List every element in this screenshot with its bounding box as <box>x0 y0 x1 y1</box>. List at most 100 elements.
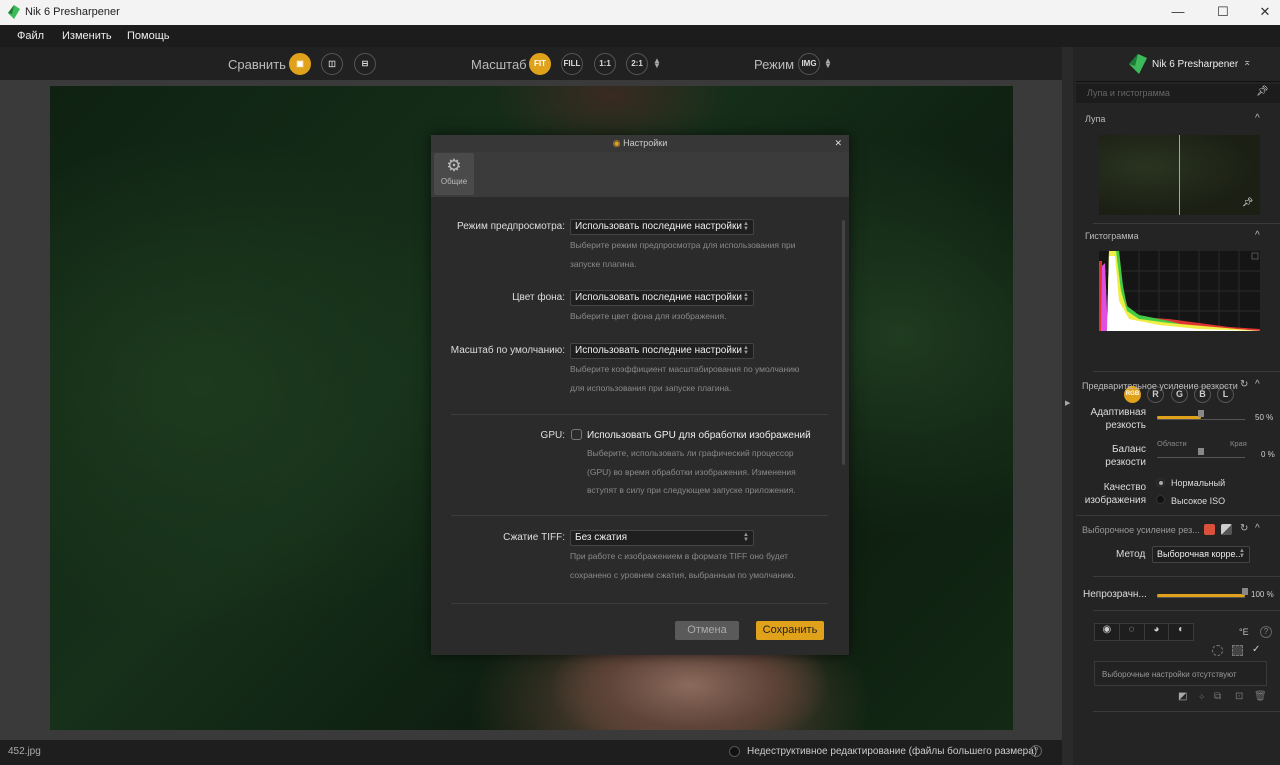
bg-color-select[interactable]: Использовать последние настройки ▲ ▼ <box>570 290 754 306</box>
mask-toggle-icon[interactable] <box>1221 524 1232 535</box>
sharpening-balance-slider[interactable] <box>1157 448 1245 458</box>
lasso-icon[interactable]: ◌ <box>1120 624 1145 640</box>
gradient-icon[interactable]: ◐ <box>1169 624 1193 640</box>
dialog-title: Настройки <box>623 138 668 148</box>
compare-single-view-button[interactable]: ▣ <box>289 53 311 75</box>
dialog-scrollbar[interactable] <box>842 220 845 465</box>
nondestructive-label: Недеструктивное редактирование (файлы бо… <box>747 746 1038 757</box>
bg-color-label: Цвет фона: <box>512 292 565 303</box>
collapse-panel-arrow-icon[interactable]: ▶ <box>1065 399 1070 407</box>
slider-fill <box>1157 594 1245 597</box>
opacity-slider[interactable] <box>1157 588 1248 598</box>
collapse-panel-icon[interactable]: ⌅ <box>1243 57 1251 68</box>
presharpen-reset-icon[interactable]: ↻ <box>1240 379 1248 390</box>
group-icon[interactable]: ⧉ <box>1214 691 1221 702</box>
default-zoom-label: Масштаб по умолчанию: <box>450 345 565 356</box>
dialog-close-button[interactable]: ✕ <box>834 135 842 152</box>
status-bar: 452.jpg Недеструктивное редактирование (… <box>0 740 1062 765</box>
adaptive-sharpening-slider[interactable] <box>1157 410 1245 420</box>
cancel-button[interactable]: Отмена <box>675 621 739 640</box>
slider-fill <box>1157 416 1201 419</box>
color-swatch-icon[interactable] <box>1204 524 1215 535</box>
no-selective-text: Выборочные настройки отсутствуют <box>1102 670 1237 679</box>
tiff-compression-label: Сжатие TIFF: <box>503 532 565 543</box>
app-logo-icon <box>8 5 20 19</box>
help-icon[interactable]: ? <box>1030 745 1042 757</box>
compare-side-by-side-button[interactable]: ⊟ <box>354 53 376 75</box>
control-point-icon[interactable]: ◉ <box>1095 624 1120 640</box>
duplicate-icon[interactable]: ✧ <box>1198 692 1206 703</box>
loupe-collapse-icon[interactable]: ^ <box>1255 113 1260 124</box>
quality-normal-radio[interactable] <box>1156 478 1165 487</box>
mode-img-button[interactable]: IMG <box>798 53 820 75</box>
presharpen-collapse-icon[interactable]: ^ <box>1255 379 1260 390</box>
right-panel: Nik 6 Presharpener ⌅ Лупа и гистограмма … <box>1073 47 1280 765</box>
preview-mode-description: Выберите режим предпросмотра для использ… <box>570 240 796 269</box>
select-all-icon[interactable] <box>1212 645 1223 656</box>
preview-mode-label: Режим предпросмотра: <box>457 221 565 232</box>
sharpening-balance-label: Баланс резкости <box>1105 444 1146 468</box>
gpu-checkbox[interactable] <box>571 429 582 440</box>
nik-logo-icon <box>1129 54 1147 74</box>
menu-edit[interactable]: Изменить <box>62 30 112 42</box>
slider-thumb[interactable] <box>1242 588 1248 595</box>
compare-split-view-button[interactable]: ◫ <box>321 53 343 75</box>
slider-thumb[interactable] <box>1198 410 1204 417</box>
menu-file[interactable]: Файл <box>17 30 44 42</box>
save-button[interactable]: Сохранить <box>756 621 824 640</box>
loupe-split-line[interactable] <box>1179 135 1180 215</box>
selective-adjustments-list: Выборочные настройки отсутствуют <box>1094 661 1267 686</box>
default-zoom-select[interactable]: Использовать последние настройки ▲ ▼ <box>570 343 754 359</box>
tiff-compression-description: При работе с изображением в формате TIFF… <box>570 551 796 580</box>
dialog-tabs: ⚙ Общие <box>431 152 849 197</box>
tab-general[interactable]: ⚙ Общие <box>434 153 474 195</box>
pin-icon[interactable]: 📌︎ <box>1256 86 1269 97</box>
zoom-fit-button[interactable]: FIT <box>529 53 551 75</box>
opacity-value: 100 % <box>1251 590 1274 599</box>
zoom-fill-button[interactable]: FILL <box>561 53 583 75</box>
bg-color-description: Выберите цвет фона для изображения. <box>570 311 727 321</box>
menu-help[interactable]: Помощь <box>127 30 170 42</box>
brush-icon[interactable]: ◕ <box>1145 624 1170 640</box>
preview-mode-select[interactable]: Использовать последние настройки ▲ ▼ <box>570 219 754 235</box>
zoom-spinner-icon[interactable]: ▲ ▼ <box>653 57 661 70</box>
loupe-preview[interactable]: 📌︎ <box>1099 135 1260 215</box>
selective-reset-icon[interactable]: ↻ <box>1240 523 1248 534</box>
maximize-button[interactable]: ☐ <box>1208 3 1238 21</box>
panel-divider[interactable]: ▶ <box>1062 47 1073 765</box>
loupe-pin-icon[interactable]: 📌︎ <box>1242 197 1253 208</box>
window-title: Nik 6 Presharpener <box>25 6 120 18</box>
mask-icon[interactable] <box>1232 645 1243 656</box>
settings-list-icon[interactable]: °E <box>1239 627 1249 637</box>
method-label: Метод <box>1116 549 1146 560</box>
zoom-1-1-button[interactable]: 1:1 <box>594 53 616 75</box>
histogram-collapse-icon[interactable]: ^ <box>1255 230 1260 241</box>
nondestructive-checkbox[interactable] <box>729 746 740 757</box>
gear-icon: ⚙ <box>446 156 462 175</box>
balance-left-label: Области <box>1157 439 1187 448</box>
close-button[interactable]: ✕ <box>1250 3 1280 21</box>
tiff-compression-select[interactable]: Без сжатия ▲ ▼ <box>570 530 754 546</box>
method-select[interactable]: Выборочная корре... ▲ ▼ <box>1152 546 1250 563</box>
slider-thumb[interactable] <box>1198 448 1204 455</box>
zoom-2-1-button[interactable]: 2:1 <box>626 53 648 75</box>
checkmark-icon[interactable]: ✓ <box>1252 644 1260 655</box>
help-icon[interactable]: ? <box>1260 626 1272 638</box>
zoom-label: Масштаб <box>471 57 527 72</box>
gpu-checkbox-label[interactable]: Использовать GPU для обработки изображен… <box>587 430 811 441</box>
gpu-label: GPU: <box>540 430 565 441</box>
delete-icon[interactable]: 🗑︎ <box>1254 691 1267 702</box>
settings-dialog: ◉ Настройки ✕ ⚙ Общие Режим предпросмотр… <box>431 135 849 655</box>
selective-collapse-icon[interactable]: ^ <box>1255 523 1260 534</box>
adaptive-sharpening-label: Адаптивная резкость <box>1090 407 1146 431</box>
invert-icon[interactable]: ◩ <box>1178 691 1187 702</box>
mode-spinner-icon[interactable]: ▲ ▼ <box>824 57 832 70</box>
menu-bar: Файл Изменить Помощь <box>0 25 1280 47</box>
mode-label: Режим <box>754 57 795 72</box>
ungroup-icon[interactable]: ⊡ <box>1235 691 1243 702</box>
loupe-histogram-header: Лупа и гистограмма 📌︎ <box>1076 84 1280 103</box>
sharpening-balance-value: 0 % <box>1261 450 1275 459</box>
quality-high-iso-radio[interactable] <box>1156 495 1165 504</box>
histogram-label: Гистограмма <box>1085 231 1139 241</box>
minimize-button[interactable]: — <box>1163 3 1193 21</box>
